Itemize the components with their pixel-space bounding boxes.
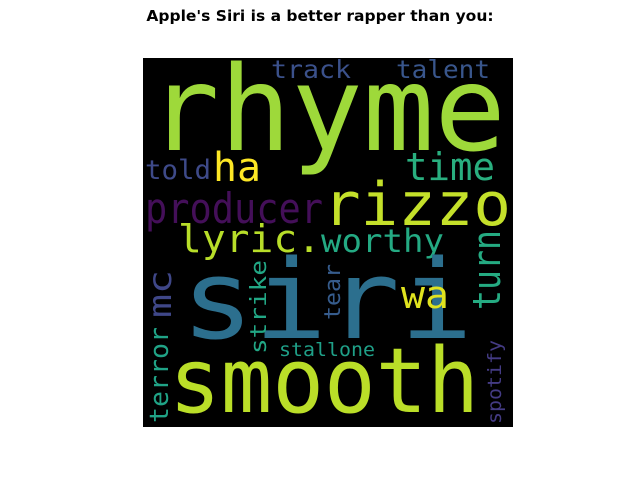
word-track: track: [271, 58, 351, 84]
word-stallone: stallone: [279, 339, 375, 361]
word-wa: wa: [401, 273, 449, 317]
word-mc: mc: [143, 270, 179, 318]
figure-title: Apple's Siri is a better rapper than you…: [146, 7, 494, 25]
word-turn: turn: [465, 230, 509, 310]
word-talent: talent: [396, 58, 490, 84]
word-spotify: spotify: [484, 340, 506, 424]
word-cloud-canvas: rhyme track talent told ha time producer…: [143, 58, 513, 427]
word-tear: tear: [321, 264, 346, 320]
word-terror: terror: [145, 327, 175, 423]
word-told: told: [145, 155, 211, 186]
word-strike: strike: [247, 260, 272, 354]
word-cloud: rhyme track talent told ha time producer…: [143, 58, 513, 427]
